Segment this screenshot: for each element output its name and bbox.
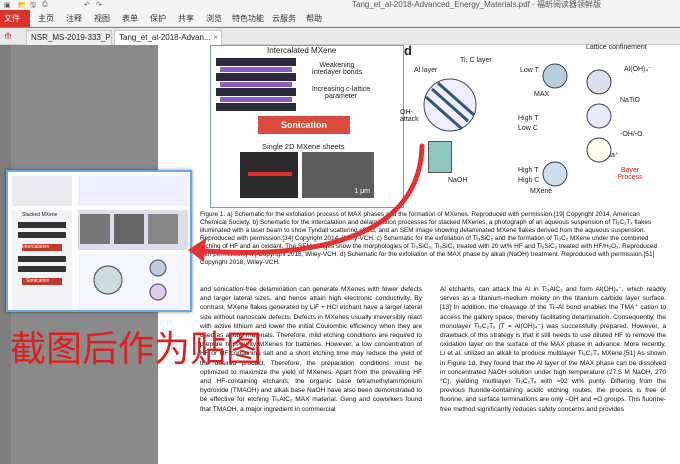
app-window: ▣ 📂 🖫 ⎙ ↶ ↷ Tang_et_al-2018-Advanced_Ene… (0, 0, 680, 464)
figure-label-single-2d: Single 2D MXene sheets (262, 142, 345, 151)
tab-label: NSR_MS-2019-333_Pro... (31, 33, 111, 42)
start-page-icon[interactable]: ⟰ (4, 31, 12, 42)
menu-home[interactable]: 主页 (38, 10, 54, 27)
high-t-label: High T (518, 115, 539, 122)
redo-icon[interactable]: ↷ (96, 1, 102, 9)
stacked-layers-graphic (216, 58, 296, 111)
figure-label-intercalated: Intercalated MXene (267, 46, 337, 55)
thumb-sonication-label: Sonication (26, 278, 50, 284)
naoh-beaker-photo (428, 141, 452, 173)
app-logo-icon: ▣ (4, 2, 11, 9)
figure-panel-d: d Lattice confinement Ti, C layer Al lay… (400, 43, 680, 208)
increasing-text: Increasing c-lattice parameter (311, 86, 371, 100)
window-title: Tang_et_al-2018-Advanced_Energy_Material… (352, 0, 602, 9)
tab-tang-document[interactable]: Tang_et_al-2018-Advan... × (114, 30, 222, 45)
max-structure-graphic (423, 78, 477, 132)
figure-caption: Figure 1. a) Schematic for the exfoliati… (200, 211, 657, 266)
sonication-banner: Sonication (258, 116, 350, 134)
tyndall-photo (240, 152, 298, 198)
weakening-text: Weakening Interlayer bonds (311, 62, 363, 76)
annotation-text: 截图后作为贴图 (10, 329, 263, 370)
figure-label-weakening: Weakening Interlayer bonds (308, 62, 366, 76)
undo-icon[interactable]: ↶ (84, 1, 90, 9)
menu-view[interactable]: 视图 (94, 10, 110, 27)
menu-features[interactable]: 特色功能 (232, 10, 264, 27)
menu-protect[interactable]: 保护 (150, 10, 166, 27)
tab-nsr-document[interactable]: NSR_MS-2019-333_Pro... (26, 30, 112, 45)
thumbnail-figure-graphic (8, 172, 190, 310)
lattice-confinement-label: Lattice confinement (586, 44, 647, 51)
oh-attack-label: OH-attack (400, 109, 419, 123)
menu-comment[interactable]: 注释 (66, 10, 82, 27)
pasted-screenshot-thumbnail[interactable]: Intercalation Sonication Stacked MXene (6, 170, 192, 312)
al-layer-label: Al layer (414, 67, 438, 74)
title-bar: ▣ 📂 🖫 ⎙ ↶ ↷ Tang_et_al-2018-Advanced_Ene… (0, 0, 680, 10)
close-tab-icon[interactable]: × (213, 31, 218, 45)
body-column-right: Al etchants, can attack the Al in Ti₃AlC… (440, 286, 666, 413)
lattice-particle-icon (586, 69, 612, 95)
thumb-intercalation-label: Intercalation (22, 244, 50, 250)
low-c-label: Low C (518, 125, 538, 132)
menu-share[interactable]: 共享 (178, 10, 194, 27)
mxene-label: MXene (530, 188, 553, 195)
max-particle-icon (542, 63, 568, 89)
panel-d-letter: d (404, 43, 412, 58)
figure-label-increasing: Increasing c-lattice parameter (308, 86, 374, 100)
menu-bar: 文件 主页 注释 视图 表单 保护 共享 浏览 特色功能 云服务 帮助 (0, 10, 680, 27)
tab-bar: ⟰ NSR_MS-2019-333_Pro... Tang_et_al-2018… (0, 28, 680, 45)
oh-particle-icon (586, 137, 612, 163)
max-label: MAX (534, 91, 550, 98)
ti-c-layer-label: Ti, C layer (460, 57, 492, 64)
al-oh4-label: Al(OH)₄⁻ (624, 66, 652, 73)
mxene-particle-icon (542, 161, 568, 187)
sem-image: 1 μm (302, 152, 374, 198)
print-icon[interactable]: ⎙ (42, 1, 48, 9)
menu-browse[interactable]: 浏览 (206, 10, 222, 27)
naoh-label: NaOH (448, 177, 468, 184)
open-icon[interactable]: 📂 (18, 1, 27, 9)
low-t-label: Low T (520, 67, 539, 74)
menu-cloud[interactable]: 云服务 (272, 10, 296, 27)
menu-help[interactable]: 帮助 (306, 10, 322, 27)
high-t2-label: High T (518, 167, 539, 174)
file-menu-button[interactable]: 文件 (0, 10, 30, 27)
high-c-label: High C (518, 177, 540, 184)
scale-bar-label: 1 μm (354, 188, 370, 195)
bayer-process-label: Bayer Process (617, 167, 643, 181)
natio-particle-icon (586, 103, 612, 129)
thumb-stacked-label: Stacked MXene (22, 212, 58, 218)
tab-label: Tang_et_al-2018-Advan... (119, 33, 211, 42)
menu-form[interactable]: 表单 (122, 10, 138, 27)
oh-o-label: -OH/-O (620, 131, 643, 138)
natio-label: NaTiO (620, 97, 640, 104)
